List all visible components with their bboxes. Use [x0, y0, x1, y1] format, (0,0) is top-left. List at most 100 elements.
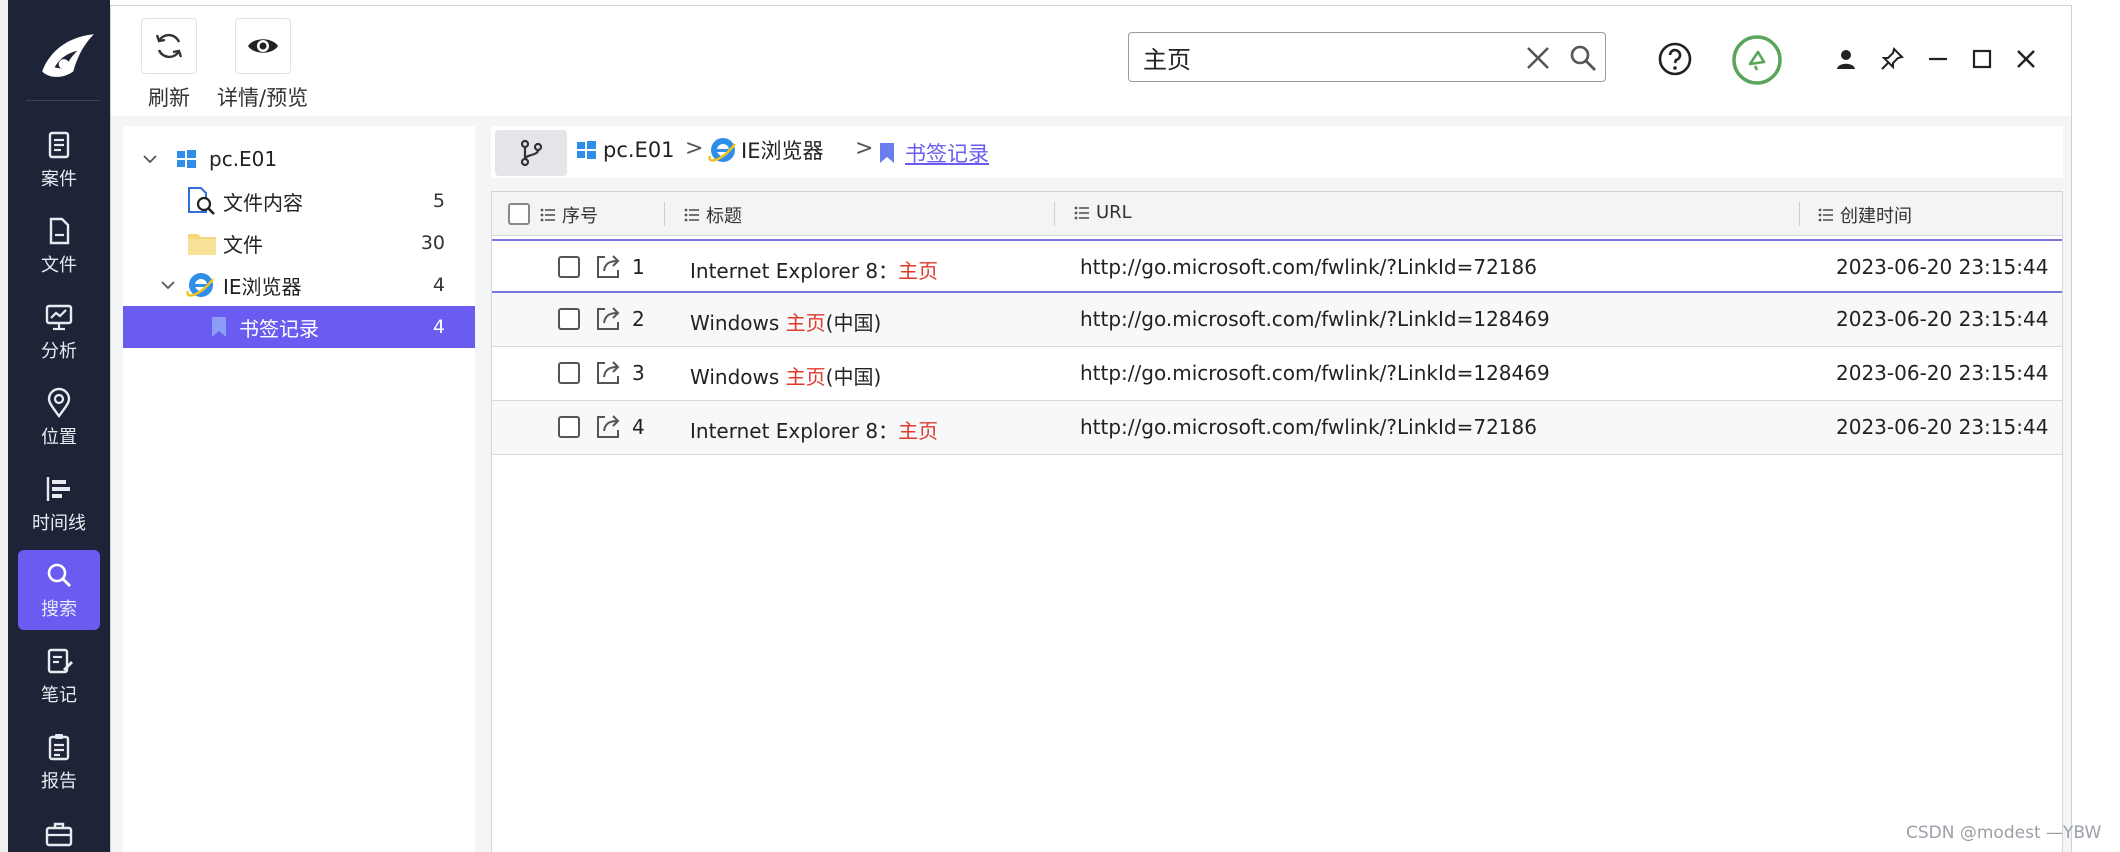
open-external-icon[interactable]	[594, 305, 622, 333]
column-resize-handle[interactable]	[1799, 202, 1800, 226]
user-icon[interactable]	[1833, 46, 1859, 72]
open-external-icon[interactable]	[594, 359, 622, 387]
tree-node-label: IE浏览器	[223, 274, 302, 299]
sidebar-item-analysis[interactable]: 分析	[18, 292, 100, 372]
cell-no: 3	[632, 361, 645, 385]
chevron-down-icon[interactable]	[141, 150, 159, 168]
title-text: Windows	[690, 311, 786, 335]
search-icon[interactable]	[1569, 44, 1597, 72]
column-resize-handle[interactable]	[664, 202, 665, 226]
preview-button[interactable]: 详情/预览	[217, 18, 308, 112]
open-external-icon[interactable]	[594, 253, 622, 281]
column-header-label: 创建时间	[1840, 206, 1912, 227]
cell-created: 2023-06-20 23:15:44	[1836, 361, 2049, 385]
search-match: 主页	[898, 419, 939, 443]
sidebar-item-location[interactable]: 位置	[18, 378, 100, 458]
table-row[interactable]: 1 Internet Explorer 8：主页 http://go.micro…	[492, 239, 2062, 293]
tree-node-file-content[interactable]: 文件内容 5	[123, 180, 475, 222]
column-resize-handle[interactable]	[1054, 202, 1055, 226]
cell-title: Windows 主页(中国)	[690, 307, 881, 336]
case-icon	[48, 131, 70, 159]
cell-url: http://go.microsoft.com/fwlink/?LinkId=1…	[1080, 361, 1550, 385]
cell-created: 2023-06-20 23:15:44	[1836, 307, 2049, 331]
tree-node-ie[interactable]: IE浏览器 4	[123, 264, 475, 306]
column-menu-icon	[684, 208, 699, 222]
column-header-url[interactable]: URL	[1074, 202, 1132, 223]
pin-icon[interactable]	[1877, 44, 1907, 74]
refresh-icon	[141, 18, 197, 74]
cell-created: 2023-06-20 23:15:44	[1836, 415, 2049, 439]
eye-icon	[234, 18, 291, 74]
row-checkbox[interactable]	[558, 362, 580, 384]
column-menu-icon	[540, 208, 555, 222]
column-header-created[interactable]: 创建时间	[1818, 202, 1912, 228]
clear-icon[interactable]	[1525, 45, 1551, 71]
app-sidebar: 案件 文件 分析 位置 时间线 搜索 笔记 报告	[8, 0, 110, 852]
search-input[interactable]	[1143, 41, 1503, 73]
maximize-icon[interactable]	[1967, 44, 1997, 74]
sidebar-item-toolbox[interactable]	[18, 808, 100, 852]
table-row[interactable]: 3 Windows 主页(中国) http://go.microsoft.com…	[492, 347, 2062, 401]
breadcrumb-label: IE浏览器	[741, 139, 824, 163]
windows-icon	[177, 150, 196, 168]
title-text: Windows	[690, 365, 786, 389]
preview-label: 详情/预览	[217, 86, 309, 110]
column-header-title[interactable]: 标题	[684, 202, 742, 228]
breadcrumb-item-pc[interactable]: pc.E01	[575, 138, 675, 162]
table-row[interactable]: 2 Windows 主页(中国) http://go.microsoft.com…	[492, 293, 2062, 347]
branch-button[interactable]	[495, 130, 567, 176]
sidebar-item-label: 时间线	[32, 513, 86, 534]
row-checkbox[interactable]	[558, 308, 580, 330]
desktop-edge	[0, 0, 8, 852]
column-menu-icon	[1818, 208, 1833, 222]
cell-no: 1	[632, 255, 645, 279]
sidebar-item-report[interactable]: 报告	[18, 722, 100, 802]
breadcrumb-item-ie[interactable]: IE浏览器	[707, 134, 823, 166]
sidebar-item-timeline[interactable]: 时间线	[18, 464, 100, 544]
sidebar-item-label: 分析	[41, 341, 77, 362]
sidebar-item-notes[interactable]: 笔记	[18, 636, 100, 716]
select-all-checkbox[interactable]	[508, 203, 530, 225]
sidebar-item-search[interactable]: 搜索	[18, 550, 100, 630]
tree-node-count: 5	[432, 190, 445, 212]
branch-icon	[520, 139, 543, 167]
column-menu-icon	[1074, 206, 1089, 219]
close-icon[interactable]	[2011, 44, 2041, 74]
row-checkbox[interactable]	[558, 416, 580, 438]
search-icon	[47, 563, 71, 587]
breadcrumb-separator: >	[855, 136, 874, 161]
cell-url: http://go.microsoft.com/fwlink/?LinkId=7…	[1080, 255, 1537, 279]
toolbox-icon	[45, 822, 73, 847]
desktop-background	[2072, 0, 2120, 852]
open-external-icon[interactable]	[594, 413, 622, 441]
title-text: Internet Explorer 8：	[690, 419, 899, 443]
cell-url: http://go.microsoft.com/fwlink/?LinkId=1…	[1080, 307, 1550, 331]
tree-node-pc[interactable]: pc.E01	[123, 138, 475, 180]
title-text: (中国)	[825, 365, 882, 389]
column-header-label: URL	[1096, 202, 1132, 223]
search-match: 主页	[785, 311, 826, 335]
cell-title: Internet Explorer 8：主页	[690, 255, 938, 284]
table-header: 序号 标题 URL 创建时间	[492, 192, 2062, 236]
sidebar-item-case[interactable]: 案件	[18, 120, 100, 200]
ie-browser-icon	[708, 138, 736, 162]
table-row[interactable]: 4 Internet Explorer 8：主页 http://go.micro…	[492, 401, 2062, 455]
breadcrumb-label: 书签记录	[905, 142, 989, 166]
breadcrumb-item-bookmarks[interactable]: 书签记录	[877, 138, 989, 168]
refresh-button[interactable]: 刷新	[141, 18, 197, 112]
sidebar-item-label: 位置	[41, 427, 77, 448]
column-header-no[interactable]: 序号	[540, 202, 598, 228]
sidebar-item-label: 笔记	[41, 685, 77, 706]
sidebar-item-file[interactable]: 文件	[18, 206, 100, 286]
report-icon	[48, 734, 70, 761]
chevron-down-icon[interactable]	[159, 276, 177, 294]
tree-node-bookmarks[interactable]: 书签记录 4	[123, 306, 475, 348]
row-checkbox[interactable]	[558, 256, 580, 278]
tree-node-files[interactable]: 文件 30	[123, 222, 475, 264]
minimize-icon[interactable]	[1923, 44, 1953, 74]
tree-node-count: 4	[432, 316, 445, 338]
help-icon[interactable]	[1655, 39, 1695, 79]
location-icon	[47, 387, 71, 418]
sidebar-item-label: 搜索	[41, 599, 77, 620]
status-ok-icon[interactable]	[1731, 34, 1783, 86]
